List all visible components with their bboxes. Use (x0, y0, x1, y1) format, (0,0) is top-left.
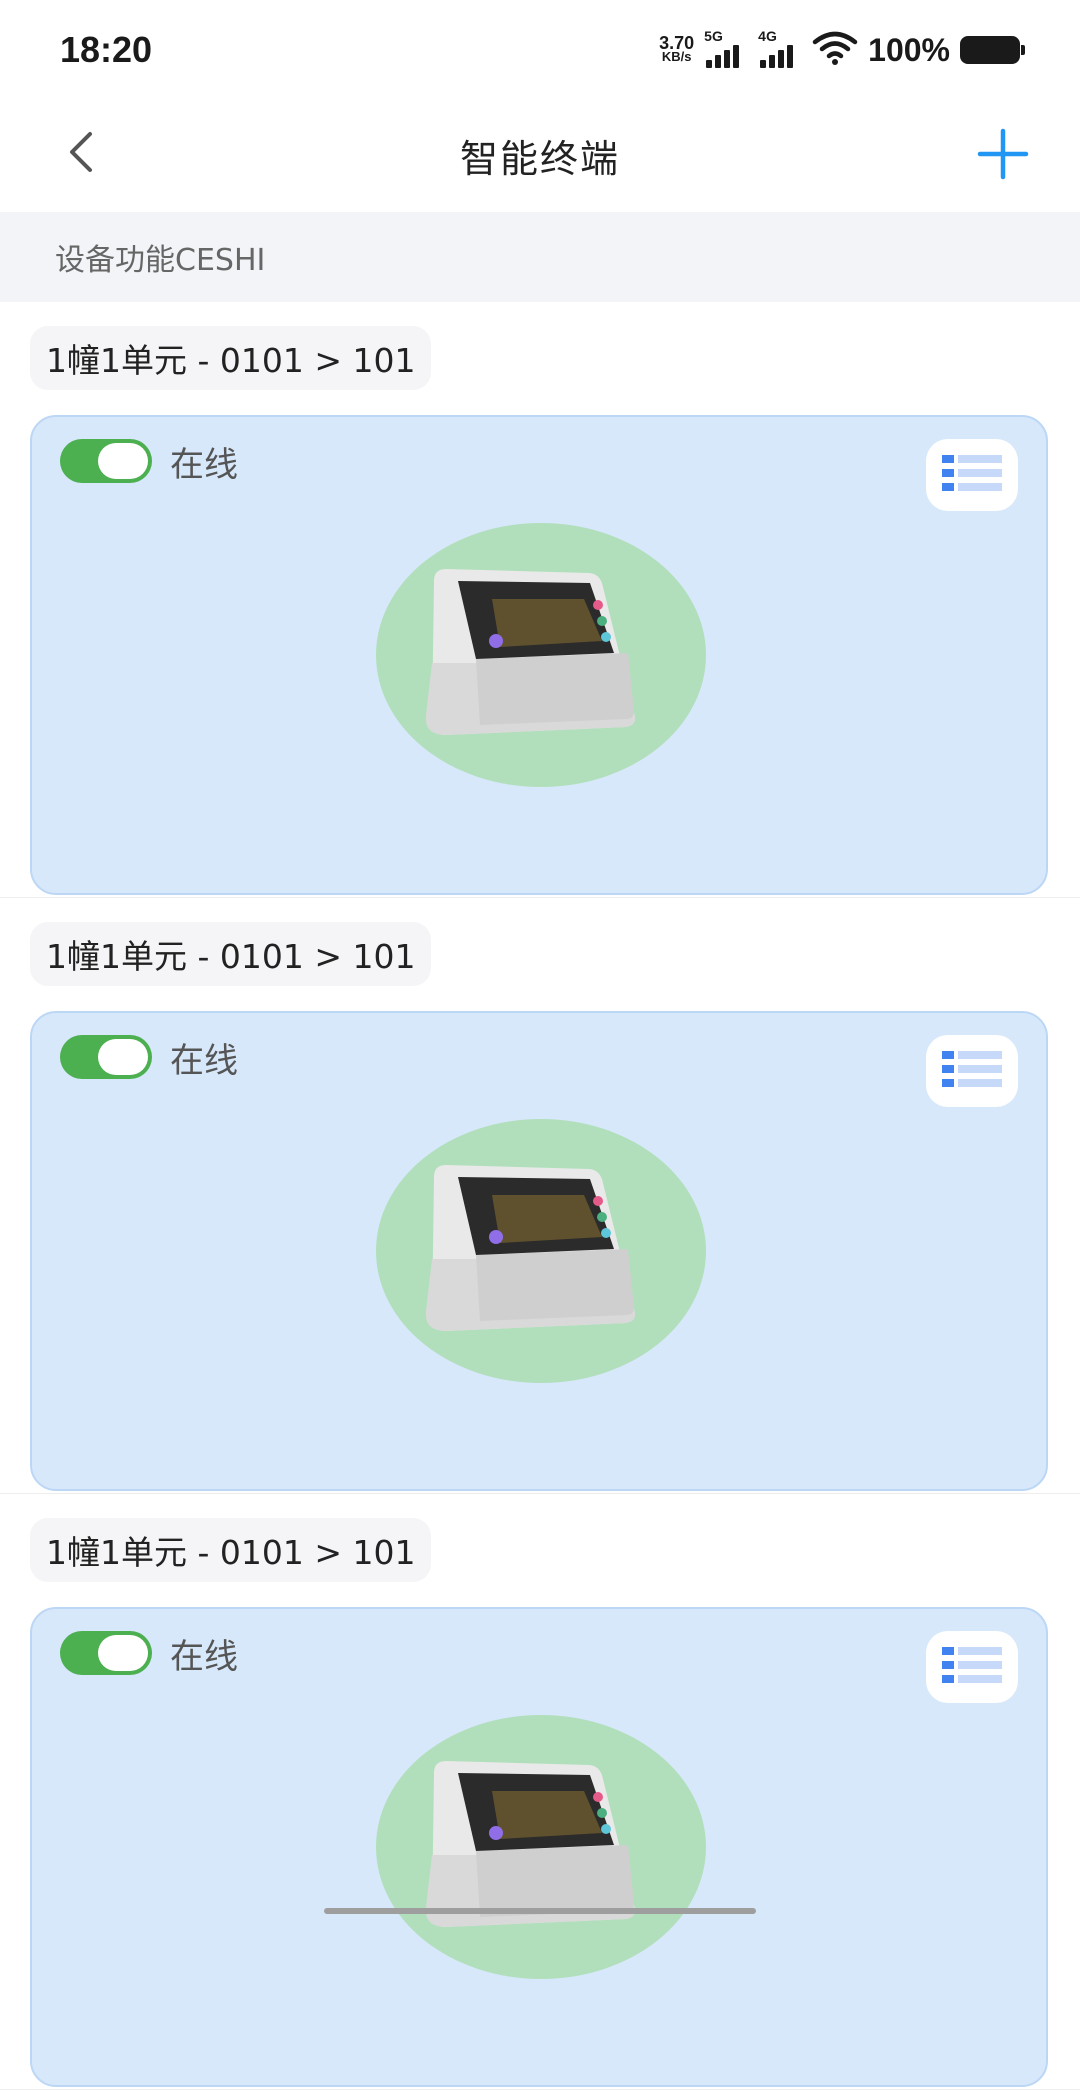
toggle-knob (98, 1039, 148, 1075)
wifi-icon (812, 30, 858, 70)
signal-5g-label: 5G (704, 28, 723, 44)
list-icon (941, 453, 1003, 497)
device-menu-button[interactable] (926, 439, 1018, 511)
page-title: 智能终端 (459, 136, 620, 181)
battery-icon (960, 36, 1025, 64)
app-header: 智能终端 (0, 100, 1080, 210)
online-toggle[interactable] (60, 1631, 152, 1675)
smart-terminal-image (376, 523, 706, 787)
status-label: 在线 (170, 1040, 238, 1081)
online-toggle[interactable] (60, 1035, 152, 1079)
device-entry: 1幢1单元 - 0101 > 101 在线 (0, 302, 1080, 898)
online-toggle[interactable] (60, 439, 152, 483)
device-card[interactable]: 在线 (30, 415, 1048, 895)
status-time: 18:20 (60, 29, 153, 70)
toggle-knob (98, 1635, 148, 1671)
status-label: 在线 (170, 444, 238, 485)
device-menu-button[interactable] (926, 1631, 1018, 1703)
device-list: 1幢1单元 - 0101 > 101 在线 1幢1单元 - 0101 > 101… (0, 302, 1080, 2090)
signal-4g-icon: 4G (758, 28, 802, 68)
network-speed-value: 3.70 (659, 33, 695, 53)
chevron-left-icon (60, 128, 100, 180)
add-device-button[interactable] (971, 124, 1035, 188)
status-bar: 18:20 3.70 KB/s 5G 4G 100% (0, 0, 1080, 100)
location-tag: 1幢1单元 - 0101 > 101 (30, 1518, 432, 1582)
smart-terminal-image (376, 1715, 706, 1979)
network-speed-unit: KB/s (661, 49, 692, 64)
smart-terminal-image (376, 1119, 706, 1383)
device-card[interactable]: 在线 (30, 1011, 1048, 1491)
status-label: 在线 (170, 1636, 238, 1677)
device-card[interactable]: 在线 (30, 1607, 1048, 2087)
device-menu-button[interactable] (926, 1035, 1018, 1107)
device-entry: 1幢1单元 - 0101 > 101 在线 (0, 1494, 1080, 2090)
list-icon (941, 1645, 1003, 1689)
back-button[interactable] (50, 124, 110, 184)
section-title: 设备功能CESHI (55, 243, 266, 278)
location-tag: 1幢1单元 - 0101 > 101 (30, 922, 432, 986)
device-entry: 1幢1单元 - 0101 > 101 在线 (0, 898, 1080, 1494)
status-icons: 3.70 KB/s 5G 4G 100% (659, 28, 1025, 70)
signal-5g-icon: 5G (704, 28, 748, 68)
battery-percent: 100% (868, 31, 950, 68)
home-indicator (324, 1908, 756, 1914)
signal-4g-label: 4G (758, 28, 777, 44)
plus-icon (976, 127, 1030, 185)
section-header: 设备功能CESHI (0, 212, 1080, 302)
list-icon (941, 1049, 1003, 1093)
network-speed: 3.70 KB/s (659, 33, 695, 64)
location-tag: 1幢1单元 - 0101 > 101 (30, 326, 432, 390)
toggle-knob (98, 443, 148, 479)
